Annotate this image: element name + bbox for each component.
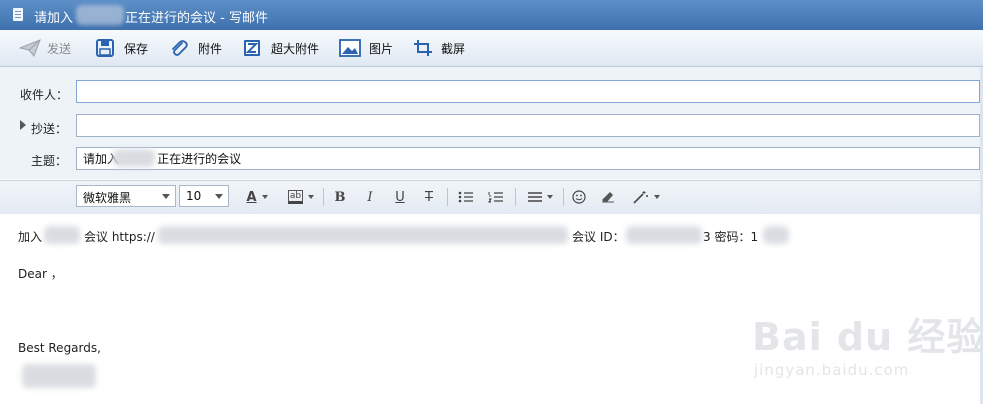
- emoji-button[interactable]: [571, 188, 587, 206]
- cc-label: 抄送：: [31, 122, 68, 136]
- send-label: 发送: [47, 41, 72, 56]
- window-titlebar: 请加入 正在进行的会议 - 写邮件: [0, 0, 983, 30]
- italic-icon: I: [367, 189, 373, 205]
- font-color-button[interactable]: A: [242, 188, 272, 206]
- subject-field[interactable]: [76, 147, 980, 170]
- send-icon: [18, 39, 41, 57]
- eraser-icon: [602, 192, 614, 203]
- body-password-label: 3 密码：1: [703, 230, 759, 244]
- large-attach-button[interactable]: 超大附件: [243, 36, 319, 60]
- large-attach-label: 超大附件: [271, 41, 320, 56]
- toolbar-divider: [563, 188, 564, 206]
- to-field[interactable]: [76, 80, 980, 103]
- bullet-list-button[interactable]: [457, 188, 475, 206]
- redacted-password: [763, 226, 789, 244]
- align-button[interactable]: [525, 188, 555, 206]
- dropdown-arrow-icon: [308, 195, 315, 199]
- expand-cc-icon[interactable]: [20, 120, 26, 130]
- chevron-down-icon: [162, 194, 170, 199]
- window-title: 请加入 正在进行的会议 - 写邮件: [34, 7, 268, 26]
- body-closing: Best Regards,: [18, 341, 101, 355]
- dropdown-arrow-icon: [653, 195, 660, 199]
- strikethrough-icon: T: [425, 189, 433, 205]
- compose-toolbar: 发送 保存 附件 超大附件 图片 截屏: [0, 30, 983, 67]
- font-family-select[interactable]: 微软雅黑: [76, 185, 176, 207]
- redacted-text: [44, 226, 80, 244]
- attach-button[interactable]: 附件: [170, 36, 222, 60]
- subject-label: 主题：: [31, 154, 68, 168]
- numbered-list-button[interactable]: [487, 188, 505, 206]
- font-color-icon: A: [246, 189, 257, 205]
- underline-button[interactable]: U: [392, 188, 408, 206]
- toolbar-divider: [323, 188, 324, 206]
- send-button[interactable]: 发送: [18, 36, 72, 60]
- format-toolbar: 微软雅黑 10 A ab B I U T: [0, 180, 983, 215]
- bold-button[interactable]: B: [332, 188, 348, 206]
- redacted-title-text: [76, 5, 124, 25]
- window-title-suffix: 正在进行的会议 - 写邮件: [125, 11, 268, 26]
- save-label: 保存: [124, 41, 149, 56]
- align-icon: [527, 192, 542, 202]
- redacted-subject-text: [113, 149, 155, 167]
- dropdown-arrow-icon: [546, 195, 553, 199]
- watermark-url: jingyan.baidu.com: [754, 361, 910, 379]
- redacted-url: [158, 226, 568, 244]
- screenshot-button[interactable]: 截屏: [413, 36, 465, 60]
- attach-label: 附件: [198, 41, 223, 56]
- italic-button[interactable]: I: [362, 188, 378, 206]
- clear-format-button[interactable]: [600, 188, 616, 206]
- font-family-value: 微软雅黑: [83, 191, 132, 205]
- picture-button[interactable]: 图片: [339, 36, 393, 60]
- bold-icon: B: [334, 189, 346, 205]
- redacted-meeting-id: [626, 226, 702, 244]
- save-button[interactable]: 保存: [96, 36, 148, 60]
- picture-icon: [339, 39, 361, 57]
- to-label: 收件人：: [20, 88, 69, 102]
- smiley-icon: [572, 190, 586, 204]
- picture-label: 图片: [369, 41, 394, 56]
- baidu-watermark: Bai du 经验 jingyan.baidu.com: [752, 306, 983, 379]
- body-meeting-link: 会议 https://: [84, 230, 155, 244]
- window-title-prefix: 请加入: [34, 11, 74, 26]
- cc-field[interactable]: [76, 114, 980, 137]
- watermark-brand: Bai du 经验: [752, 315, 983, 359]
- strikethrough-button[interactable]: T: [421, 188, 437, 206]
- redacted-signature: [22, 364, 96, 388]
- chevron-down-icon: [215, 194, 223, 199]
- crop-icon: [413, 39, 433, 57]
- body-line1-prefix: 加入: [18, 230, 43, 244]
- underline-icon: U: [395, 189, 405, 205]
- save-icon: [96, 39, 116, 57]
- body-meeting-id-label: 会议 ID：: [572, 230, 625, 244]
- highlight-icon: ab: [287, 190, 304, 204]
- large-attachment-icon: [243, 39, 263, 57]
- document-icon: [13, 8, 23, 21]
- dropdown-arrow-icon: [261, 195, 268, 199]
- magic-wand-button[interactable]: [631, 188, 661, 206]
- magic-wand-icon: [632, 191, 648, 204]
- numbered-list-icon: [488, 192, 503, 203]
- screenshot-label: 截屏: [441, 41, 466, 56]
- font-size-select[interactable]: 10: [179, 185, 229, 207]
- bullet-list-icon: [458, 191, 473, 203]
- font-size-value: 10: [186, 189, 202, 203]
- paperclip-icon: [170, 39, 190, 57]
- highlight-color-button[interactable]: ab: [283, 188, 319, 206]
- toolbar-divider: [447, 188, 448, 206]
- body-greeting: Dear ，: [18, 267, 63, 281]
- toolbar-divider: [515, 188, 516, 206]
